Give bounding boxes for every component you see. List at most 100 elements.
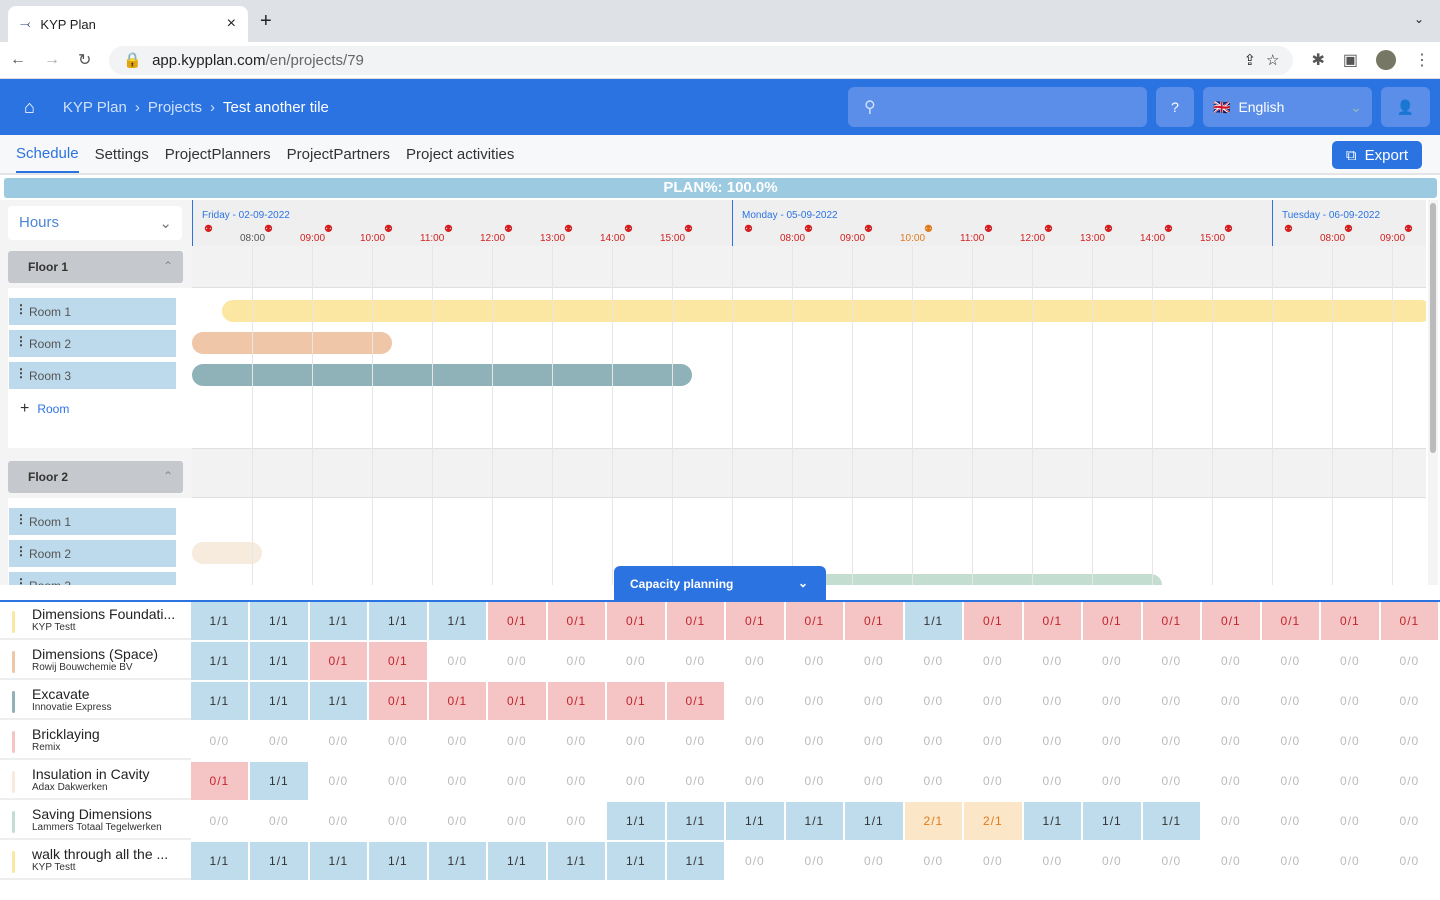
tab-project-partners[interactable]: ProjectPartners bbox=[287, 146, 390, 163]
planner-icon[interactable]: ⚉ bbox=[924, 224, 933, 235]
capacity-cell[interactable]: 0/1 bbox=[666, 682, 725, 720]
capacity-cell[interactable]: 0/1 bbox=[964, 602, 1022, 640]
room-item[interactable]: Room 3 bbox=[9, 572, 176, 585]
capacity-cell[interactable]: 0/1 bbox=[1202, 602, 1260, 640]
sidepanel-icon[interactable]: ▣ bbox=[1343, 50, 1358, 70]
capacity-cell[interactable]: 0/1 bbox=[1321, 602, 1379, 640]
capacity-cell[interactable]: 1/1 bbox=[428, 842, 487, 880]
new-tab-icon[interactable]: + bbox=[260, 10, 272, 33]
tab-search-icon[interactable]: ⌄ bbox=[1414, 12, 1424, 26]
capacity-cell[interactable]: 0/0 bbox=[1083, 762, 1141, 800]
capacity-cell[interactable]: 0/0 bbox=[726, 842, 784, 880]
share-icon[interactable]: ⇪ bbox=[1243, 51, 1256, 69]
capacity-cell[interactable]: 0/0 bbox=[428, 802, 487, 840]
room-item[interactable]: Room 1 bbox=[9, 298, 176, 325]
capacity-cell[interactable]: 1/1 bbox=[250, 682, 308, 720]
capacity-cell[interactable]: 0/0 bbox=[1380, 842, 1439, 880]
planner-icon[interactable]: ⚉ bbox=[744, 224, 753, 235]
capacity-cell[interactable]: 0/0 bbox=[607, 722, 665, 760]
capacity-cell[interactable]: 1/1 bbox=[190, 642, 249, 680]
capacity-cell[interactable]: 0/0 bbox=[904, 762, 963, 800]
capacity-cell[interactable]: 0/0 bbox=[1202, 802, 1260, 840]
capacity-cell[interactable]: 0/0 bbox=[1202, 642, 1260, 680]
capacity-cell[interactable]: 0/0 bbox=[964, 842, 1022, 880]
planner-icon[interactable]: ⚉ bbox=[504, 224, 513, 235]
capacity-cell[interactable]: 0/0 bbox=[1023, 642, 1082, 680]
capacity-cell[interactable]: 0/0 bbox=[1142, 722, 1201, 760]
capacity-cell[interactable]: 0/0 bbox=[1321, 802, 1379, 840]
capacity-cell[interactable]: 0/0 bbox=[1023, 842, 1082, 880]
capacity-cell[interactable]: 1/1 bbox=[488, 842, 546, 880]
planner-icon[interactable]: ⚉ bbox=[684, 224, 693, 235]
capacity-cell[interactable]: 0/1 bbox=[547, 682, 606, 720]
capacity-cell[interactable]: 0/0 bbox=[904, 642, 963, 680]
planner-icon[interactable]: ⚉ bbox=[204, 224, 213, 235]
capacity-cell[interactable]: 0/0 bbox=[1023, 682, 1082, 720]
capacity-cell[interactable]: 2/1 bbox=[904, 802, 963, 840]
capacity-cell[interactable]: 0/0 bbox=[1142, 642, 1201, 680]
capacity-cell[interactable]: 0/0 bbox=[1380, 802, 1439, 840]
planner-icon[interactable]: ⚉ bbox=[1224, 224, 1233, 235]
capacity-cell[interactable]: 0/0 bbox=[1321, 842, 1379, 880]
task-bar[interactable] bbox=[222, 300, 1426, 322]
capacity-cell[interactable]: 0/1 bbox=[1023, 602, 1082, 640]
capacity-cell[interactable]: 0/0 bbox=[1142, 762, 1201, 800]
capacity-cell[interactable]: 1/1 bbox=[190, 602, 249, 640]
capacity-cell[interactable]: 0/0 bbox=[488, 722, 546, 760]
capacity-cell[interactable]: 0/0 bbox=[785, 642, 844, 680]
capacity-cell[interactable]: 0/0 bbox=[964, 722, 1022, 760]
room-item[interactable]: Room 1 bbox=[9, 508, 176, 535]
capacity-cell[interactable]: 0/1 bbox=[547, 602, 606, 640]
capacity-cell[interactable]: 0/0 bbox=[1261, 802, 1320, 840]
capacity-cell[interactable]: 0/1 bbox=[666, 602, 725, 640]
capacity-cell[interactable]: 0/0 bbox=[488, 802, 546, 840]
export-button[interactable]: ⧉ Export bbox=[1331, 141, 1422, 169]
capacity-cell[interactable]: 0/0 bbox=[1202, 722, 1260, 760]
capacity-cell[interactable]: 0/0 bbox=[845, 722, 903, 760]
task-bar[interactable] bbox=[192, 364, 692, 386]
capacity-cell[interactable]: 1/1 bbox=[250, 642, 308, 680]
capacity-cell[interactable]: 0/0 bbox=[547, 642, 606, 680]
capacity-cell[interactable]: 0/0 bbox=[428, 722, 487, 760]
tab-schedule[interactable]: Schedule bbox=[16, 135, 79, 173]
capacity-cell[interactable]: 0/0 bbox=[190, 802, 249, 840]
capacity-cell[interactable]: 0/0 bbox=[666, 642, 725, 680]
capacity-cell[interactable]: 0/0 bbox=[785, 682, 844, 720]
capacity-cell[interactable]: 0/0 bbox=[1321, 642, 1379, 680]
forward-icon[interactable]: → bbox=[44, 51, 60, 69]
capacity-cell[interactable]: 0/0 bbox=[607, 762, 665, 800]
capacity-cell[interactable]: 0/0 bbox=[726, 642, 784, 680]
capacity-cell[interactable]: 0/1 bbox=[1142, 602, 1201, 640]
capacity-cell[interactable]: 1/1 bbox=[309, 682, 368, 720]
room-item[interactable]: Room 2 bbox=[9, 330, 176, 357]
capacity-cell[interactable]: 0/0 bbox=[428, 642, 487, 680]
capacity-cell[interactable]: 0/0 bbox=[1380, 682, 1439, 720]
capacity-cell[interactable]: 0/1 bbox=[488, 682, 546, 720]
capacity-cell[interactable]: 0/1 bbox=[190, 762, 249, 800]
capacity-cell[interactable]: 1/1 bbox=[250, 842, 308, 880]
capacity-cell[interactable]: 0/0 bbox=[1083, 642, 1141, 680]
tab-project-planners[interactable]: ProjectPlanners bbox=[165, 146, 271, 163]
capacity-cell[interactable]: 0/0 bbox=[964, 642, 1022, 680]
capacity-cell[interactable]: 0/0 bbox=[964, 762, 1022, 800]
capacity-cell[interactable]: 0/0 bbox=[369, 722, 427, 760]
capacity-cell[interactable]: 0/0 bbox=[1202, 762, 1260, 800]
help-button[interactable]: ? bbox=[1156, 87, 1194, 127]
capacity-cell[interactable]: 2/1 bbox=[964, 802, 1022, 840]
capacity-cell[interactable]: 0/1 bbox=[428, 682, 487, 720]
add-room-button[interactable]: + Room bbox=[20, 400, 69, 418]
capacity-cell[interactable]: 1/1 bbox=[190, 682, 249, 720]
planner-icon[interactable]: ⚉ bbox=[1044, 224, 1053, 235]
close-tab-icon[interactable]: × bbox=[227, 15, 236, 33]
room-item[interactable]: Room 3 bbox=[9, 362, 176, 389]
room-item[interactable]: Room 2 bbox=[9, 540, 176, 567]
capacity-cell[interactable]: 0/1 bbox=[1261, 602, 1320, 640]
capacity-cell[interactable]: 0/0 bbox=[726, 682, 784, 720]
task-bar[interactable] bbox=[192, 332, 392, 354]
extensions-icon[interactable]: ✱ bbox=[1311, 50, 1324, 70]
capacity-cell[interactable]: 1/1 bbox=[1023, 802, 1082, 840]
capacity-cell[interactable]: 1/1 bbox=[607, 802, 665, 840]
capacity-cell[interactable]: 0/0 bbox=[250, 802, 308, 840]
planner-icon[interactable]: ⚉ bbox=[1404, 224, 1413, 235]
capacity-cell[interactable]: 1/1 bbox=[547, 842, 606, 880]
